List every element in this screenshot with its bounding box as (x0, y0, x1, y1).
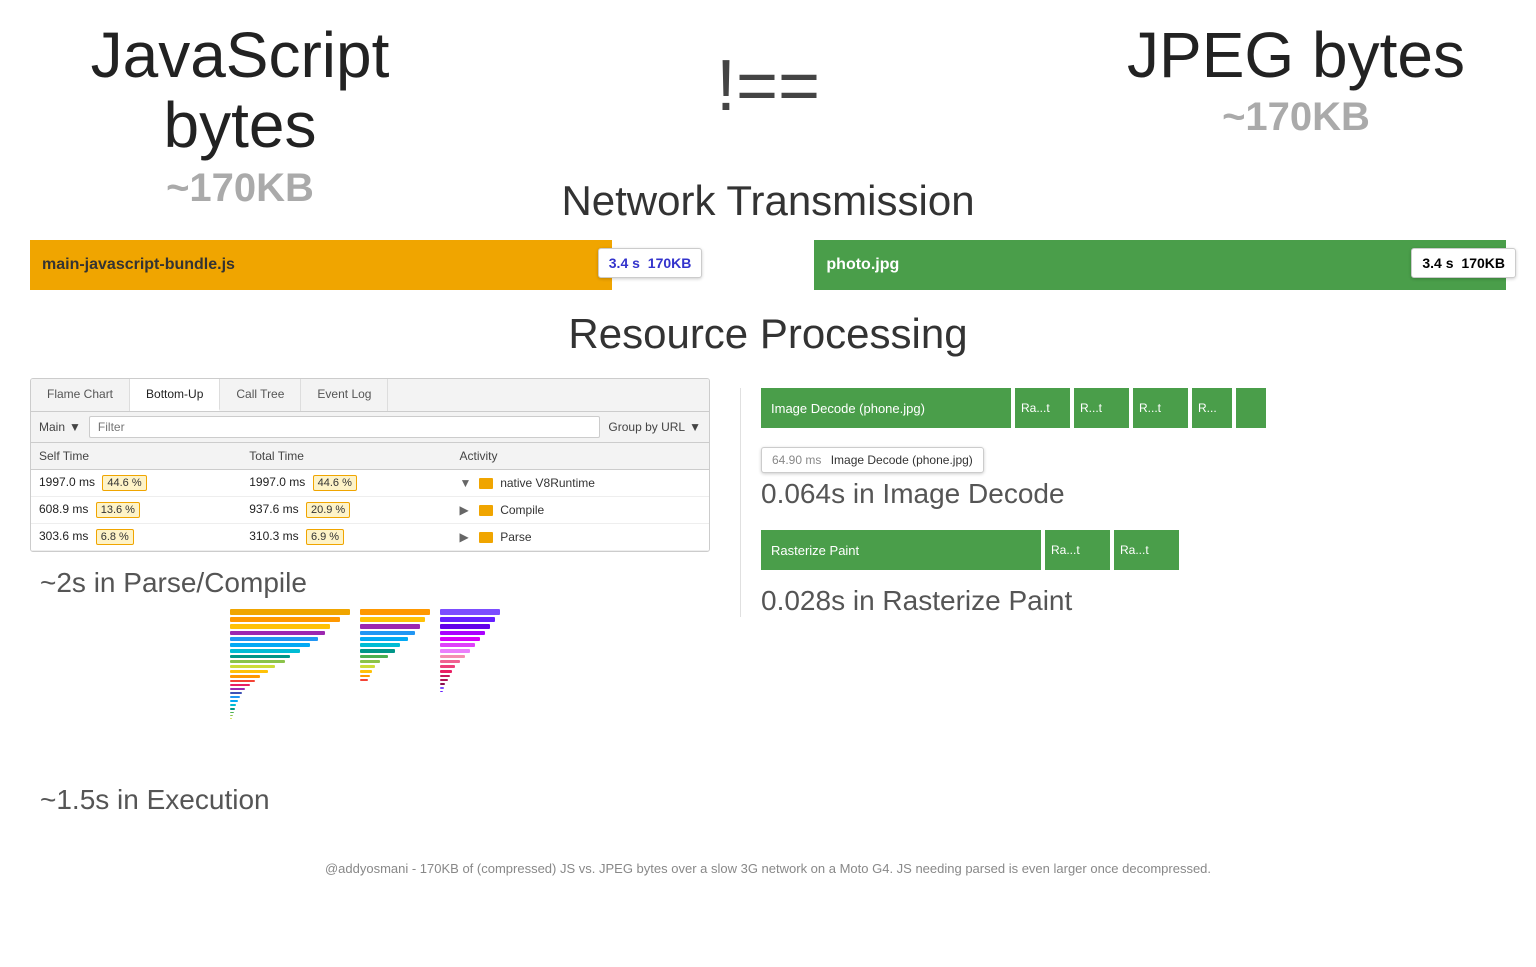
js-tooltip-size: 170KB (648, 255, 692, 271)
rasterize-bars: Rasterize Paint Ra...t Ra...t (761, 530, 1506, 570)
table-row: 1997.0 ms 44.6 % 1997.0 ms 44.6 % ▼ nati… (31, 470, 709, 497)
folder-icon (479, 532, 493, 543)
rasterize-main-bar: Rasterize Paint (761, 530, 1041, 570)
left-panel: Flame Chart Bottom-Up Call Tree Event Lo… (30, 378, 710, 821)
main-dropdown-label: Main (39, 420, 65, 434)
group-by-dropdown[interactable]: Group by URL ▼ (608, 420, 701, 434)
middle-column: !== Network Transmission (450, 20, 1086, 225)
activity-3: ▶ Parse (452, 524, 710, 551)
rasterize-small-bar-1: Ra...t (1045, 530, 1110, 570)
activity-2: ▶ Compile (452, 497, 710, 524)
jpeg-tooltip-time: 3.4 s (1422, 255, 1453, 271)
total-time-1: 1997.0 ms 44.6 % (241, 470, 451, 497)
footer-text: @addyosmani - 170KB of (compressed) JS v… (30, 851, 1506, 886)
header-section: JavaScript bytes ~170KB !== Network Tran… (30, 20, 1506, 225)
self-time-3: 303.6 ms 6.8 % (31, 524, 241, 551)
tab-bottom-up[interactable]: Bottom-Up (130, 379, 220, 411)
network-title: Network Transmission (450, 177, 1086, 225)
js-tooltip-time: 3.4 s (609, 255, 640, 271)
decode-small-bar-3: R...t (1133, 388, 1188, 428)
col-activity[interactable]: Activity (452, 443, 710, 470)
devtools-panel: Flame Chart Bottom-Up Call Tree Event Lo… (30, 378, 710, 552)
js-title: JavaScript bytes (30, 20, 450, 161)
decode-small-bar-4: R... (1192, 388, 1232, 428)
decode-bars: Image Decode (phone.jpg) 64.90 ms Image … (761, 388, 1506, 428)
page-wrapper: JavaScript bytes ~170KB !== Network Tran… (0, 0, 1536, 906)
js-bytes-column: JavaScript bytes ~170KB (30, 20, 450, 211)
jpeg-tooltip-size: 170KB (1461, 255, 1505, 271)
rasterize-section: Rasterize Paint Ra...t Ra...t 0.028s in … (761, 530, 1506, 617)
activity-1: ▼ native V8Runtime (452, 470, 710, 497)
resource-processing-title: Resource Processing (30, 310, 1506, 358)
tab-event-log[interactable]: Event Log (301, 379, 388, 411)
rasterize-small-bar-2: Ra...t (1114, 530, 1179, 570)
js-bar-tooltip: 3.4 s 170KB (598, 248, 703, 278)
js-size: ~170KB (30, 166, 450, 211)
total-time-2: 937.6 ms 20.9 % (241, 497, 451, 524)
devtools-tabs: Flame Chart Bottom-Up Call Tree Event Lo… (31, 379, 709, 412)
folder-icon (479, 478, 493, 489)
jpeg-size: ~170KB (1086, 95, 1506, 140)
rasterize-annotation: 0.028s in Rasterize Paint (761, 585, 1506, 617)
total-time-3: 310.3 ms 6.9 % (241, 524, 451, 551)
col-total-time[interactable]: Total Time (241, 443, 451, 470)
jpeg-title: JPEG bytes (1086, 20, 1506, 90)
tooltip-label: Image Decode (phone.jpg) (831, 453, 973, 467)
right-panel: Image Decode (phone.jpg) 64.90 ms Image … (740, 378, 1506, 821)
right-panel-inner: Image Decode (phone.jpg) 64.90 ms Image … (740, 388, 1506, 617)
parse-compile-annotation: ~2s in Parse/Compile (40, 567, 710, 599)
js-network-bar: main-javascript-bundle.js 3.4 s 170KB (30, 240, 612, 290)
flame-chart-svg (230, 609, 510, 769)
image-decode-annotation: 0.064s in Image Decode (761, 478, 1506, 510)
filter-input[interactable] (89, 416, 601, 438)
jpeg-bytes-column: JPEG bytes ~170KB (1086, 20, 1506, 140)
self-time-2: 608.9 ms 13.6 % (31, 497, 241, 524)
decode-tooltip: 64.90 ms Image Decode (phone.jpg) (761, 447, 984, 473)
execution-annotation: ~1.5s in Execution (40, 784, 710, 816)
decode-small-bar-1: Ra...t (1015, 388, 1070, 428)
main-dropdown[interactable]: Main ▼ (39, 420, 81, 434)
folder-icon (479, 505, 493, 516)
js-bar-container: main-javascript-bundle.js 3.4 s 170KB (30, 240, 758, 290)
decode-bar-label: Image Decode (phone.jpg) (771, 401, 925, 416)
rasterize-bar-label: Rasterize Paint (771, 543, 859, 558)
decode-main-bar: Image Decode (phone.jpg) 64.90 ms Image … (761, 388, 1011, 428)
decode-small-bar-5 (1236, 388, 1266, 428)
main-dropdown-arrow: ▼ (69, 420, 81, 434)
jpeg-bar-tooltip: 3.4 s 170KB (1411, 248, 1516, 278)
performance-table: Self Time Total Time Activity 1997.0 ms … (31, 443, 709, 551)
tooltip-ms: 64.90 ms (772, 453, 821, 467)
self-time-1: 1997.0 ms 44.6 % (31, 470, 241, 497)
image-decode-section: Image Decode (phone.jpg) 64.90 ms Image … (761, 388, 1506, 428)
main-content: Flame Chart Bottom-Up Call Tree Event Lo… (30, 378, 1506, 821)
jpeg-bar-container: photo.jpg 3.4 s 170KB (778, 240, 1506, 290)
group-by-arrow: ▼ (689, 420, 701, 434)
devtools-toolbar: Main ▼ Group by URL ▼ (31, 412, 709, 443)
tab-flame-chart[interactable]: Flame Chart (31, 379, 130, 411)
jpeg-bar-label: photo.jpg (826, 256, 899, 274)
group-by-label: Group by URL (608, 420, 685, 434)
col-self-time[interactable]: Self Time (31, 443, 241, 470)
flame-chart-visual (30, 609, 710, 769)
table-row: 608.9 ms 13.6 % 937.6 ms 20.9 % ▶ Compil… (31, 497, 709, 524)
tab-call-tree[interactable]: Call Tree (220, 379, 301, 411)
table-row: 303.6 ms 6.8 % 310.3 ms 6.9 % ▶ Parse (31, 524, 709, 551)
not-equal-sign: !== (716, 45, 820, 127)
jpeg-network-bar: photo.jpg 3.4 s 170KB (814, 240, 1506, 290)
js-bar-label: main-javascript-bundle.js (42, 256, 235, 274)
decode-small-bar-2: R...t (1074, 388, 1129, 428)
network-bars-section: main-javascript-bundle.js 3.4 s 170KB ph… (30, 240, 1506, 290)
